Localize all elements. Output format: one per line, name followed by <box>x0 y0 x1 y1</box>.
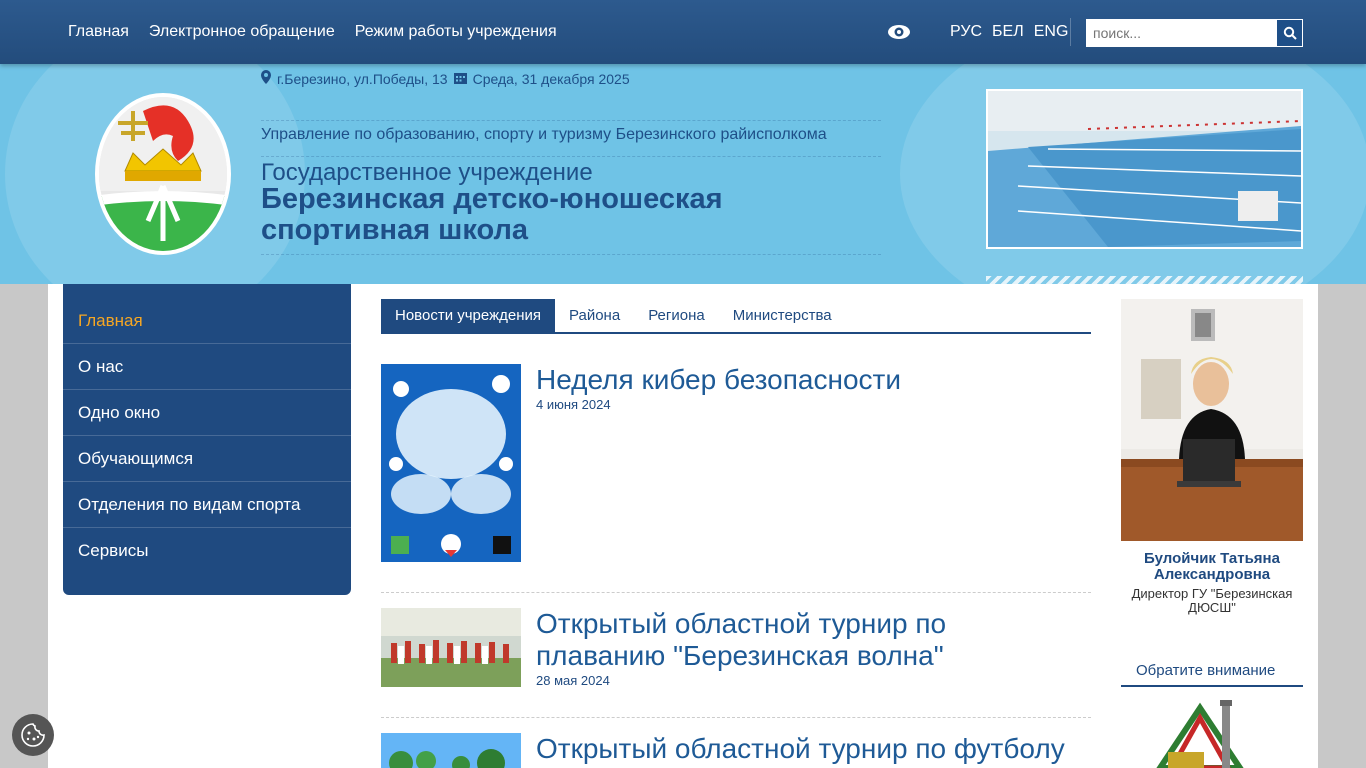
divider <box>261 120 881 121</box>
sidebar-item-about[interactable]: О нас <box>63 344 351 390</box>
sidebar-item-home[interactable]: Главная <box>63 298 351 344</box>
tab-district[interactable]: Района <box>555 299 634 332</box>
director-role: Директор ГУ "Березинская ДЮСШ" <box>1131 586 1293 615</box>
sidebar-item-one-window[interactable]: Одно окно <box>63 390 351 436</box>
sidebar-item-students[interactable]: Обучающимся <box>63 436 351 482</box>
director-photo <box>1121 299 1303 541</box>
language-switcher: РУС БЕЛ ENG <box>950 0 1068 64</box>
calendar-icon <box>453 71 467 87</box>
director-name: Булойчик Татьяна Александровна <box>1144 550 1280 583</box>
news-thumbnail[interactable] <box>381 608 521 687</box>
tab-ministry[interactable]: Министерства <box>719 299 846 332</box>
news-title[interactable]: Открытый областной турнир по плаванию "Б… <box>536 608 1076 672</box>
coat-of-arms-logo[interactable] <box>93 91 233 257</box>
search-box <box>1086 19 1303 47</box>
news-title[interactable]: Неделя кибер безопасности <box>536 364 1076 396</box>
top-bar: Главная Электронное обращение Режим рабо… <box>0 0 1366 64</box>
address-text: г.Березино, ул.Победы, 13 <box>277 70 448 87</box>
site-header: г.Березино, ул.Победы, 13 Среда, 31 дека… <box>0 64 1366 284</box>
divider <box>261 254 881 255</box>
news-item: Открытый областной турнир по футболу <box>381 733 1091 768</box>
sidebar-menu: Главная О нас Одно окно Обучающимся Отде… <box>63 284 351 595</box>
header-info: г.Березино, ул.Победы, 13 Среда, 31 дека… <box>261 70 630 87</box>
pool-photo <box>986 89 1303 249</box>
decor-stripes <box>986 276 1303 284</box>
location-pin-icon <box>261 70 271 87</box>
topnav-home-link[interactable]: Главная <box>68 23 129 41</box>
topnav-schedule-link[interactable]: Режим работы учреждения <box>355 23 557 41</box>
topnav-appeal-link[interactable]: Электронное обращение <box>149 23 335 41</box>
news-tabs: Новости учреждения Района Региона Минист… <box>381 299 1091 334</box>
search-button[interactable] <box>1277 20 1302 46</box>
sidebar-item-sport-departments[interactable]: Отделения по видам спорта <box>63 482 351 528</box>
school-name[interactable]: Березинская детско-юношеская спортивная … <box>261 184 861 246</box>
anniversary-banner[interactable] <box>1140 700 1260 768</box>
sidebar-item-services[interactable]: Сервисы <box>63 528 351 574</box>
department-name: Управление по образованию, спорту и тури… <box>261 126 827 143</box>
divider <box>381 717 1091 718</box>
news-thumbnail[interactable] <box>381 364 521 562</box>
news-item: Открытый областной турнир по плаванию "Б… <box>381 608 1091 698</box>
cookie-icon <box>21 723 45 747</box>
lang-ru-link[interactable]: РУС <box>950 23 982 41</box>
top-nav: Главная Электронное обращение Режим рабо… <box>68 0 557 64</box>
divider <box>1070 18 1071 46</box>
divider <box>381 592 1091 593</box>
current-date: Среда, 31 декабря 2025 <box>472 70 630 87</box>
cookie-settings-button[interactable] <box>12 714 54 756</box>
accessibility-eye-icon[interactable] <box>887 20 911 44</box>
tab-institution-news[interactable]: Новости учреждения <box>381 299 555 332</box>
news-date: 28 мая 2024 <box>536 673 610 688</box>
news-thumbnail[interactable] <box>381 733 521 768</box>
lang-en-link[interactable]: ENG <box>1034 23 1069 41</box>
director-card: Булойчик Татьяна Александровна Директор … <box>1121 299 1303 615</box>
tab-region[interactable]: Региона <box>634 299 719 332</box>
search-icon <box>1283 26 1297 40</box>
divider <box>261 156 881 157</box>
attention-heading: Обратите внимание <box>1121 655 1303 687</box>
news-title[interactable]: Открытый областной турнир по футболу <box>536 733 1076 765</box>
search-input[interactable] <box>1087 20 1277 46</box>
news-date: 4 июня 2024 <box>536 397 611 412</box>
news-item: Неделя кибер безопасности 4 июня 2024 <box>381 364 1091 564</box>
lang-by-link[interactable]: БЕЛ <box>992 23 1024 41</box>
